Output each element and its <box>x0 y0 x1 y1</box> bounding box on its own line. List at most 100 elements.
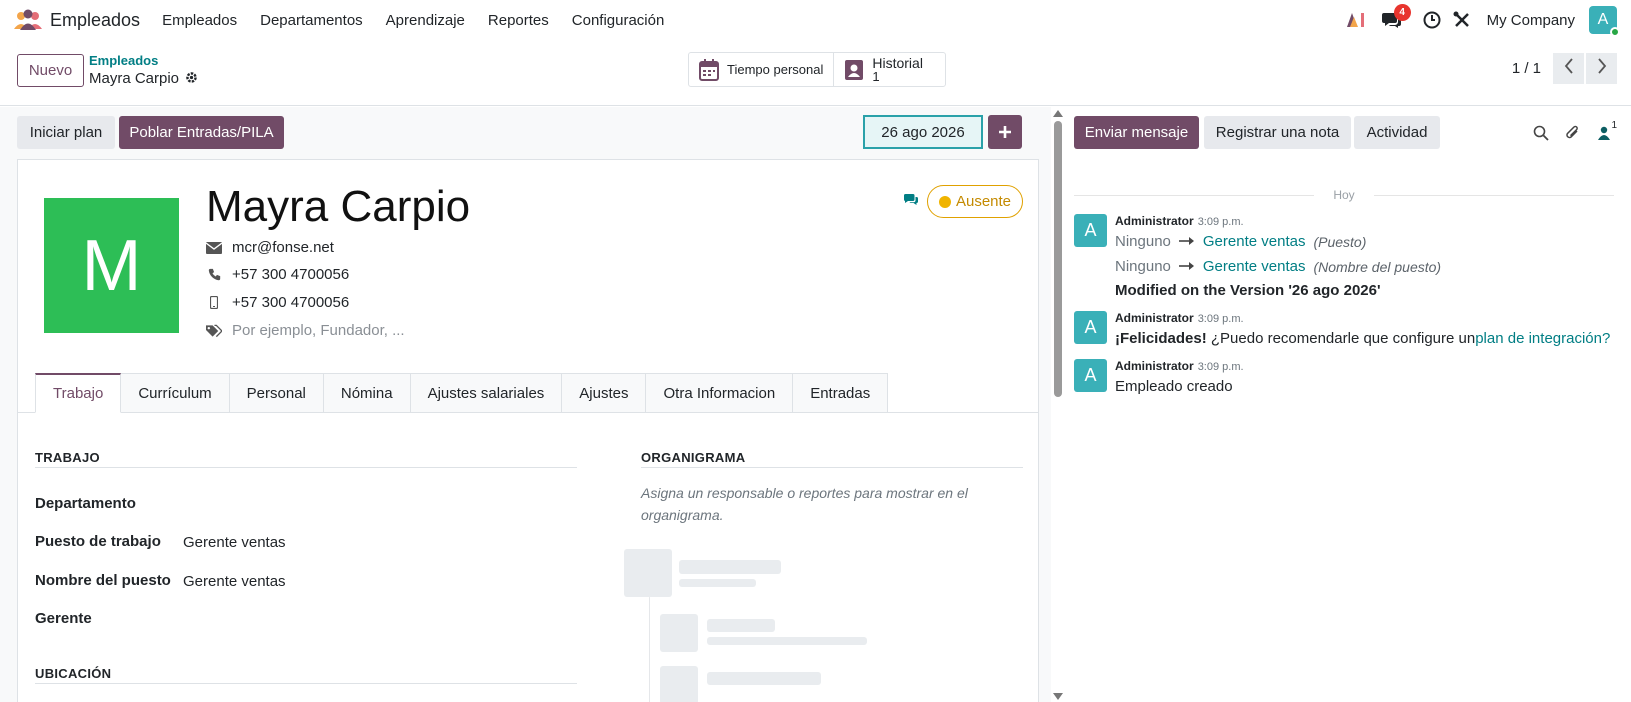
avatar-initial: A <box>1084 365 1097 385</box>
mobile-phone-field[interactable]: +57 300 4700056 <box>232 294 349 311</box>
new-value: Gerente ventas <box>1202 233 1306 250</box>
scroll-down-icon[interactable] <box>1053 693 1063 700</box>
email-field[interactable]: mcr@fonse.net <box>232 239 334 256</box>
menu-reportes[interactable]: Reportes <box>488 12 549 29</box>
tab-ajustes-salariales[interactable]: Ajustes salariales <box>410 373 563 413</box>
tags-row: Por ejemplo, Fundador, ... <box>206 322 405 339</box>
work-section-divider <box>35 467 577 468</box>
tags-icon <box>206 324 222 338</box>
employee-avatar-initial: M <box>81 225 142 306</box>
email-row: mcr@fonse.net <box>206 239 334 256</box>
followers-count: 1 <box>1611 119 1617 131</box>
chatter-panel: Enviar mensaje Registrar una nota Activi… <box>1066 107 1631 702</box>
chevron-right-icon <box>1597 58 1607 79</box>
pager: 1 / 1 <box>1512 53 1617 84</box>
new-value: Gerente ventas <box>1202 258 1306 275</box>
pager-value[interactable]: 1 / 1 <box>1512 60 1541 77</box>
mobile-icon <box>206 296 222 309</box>
presence-dot <box>938 195 951 208</box>
menu-empleados[interactable]: Empleados <box>162 12 237 29</box>
tab-entradas[interactable]: Entradas <box>793 373 889 413</box>
online-status-dot <box>1610 27 1620 37</box>
job-title-label: Nombre del puesto <box>35 572 171 589</box>
scroll-thumb[interactable] <box>1054 121 1062 397</box>
pager-next-button[interactable] <box>1586 53 1617 84</box>
message-body: Empleado creado <box>1115 378 1233 395</box>
user-avatar[interactable]: A <box>1589 6 1620 37</box>
user-initial: A <box>1597 11 1609 28</box>
message-author-avatar[interactable]: A <box>1074 214 1107 247</box>
location-section-divider <box>35 683 577 684</box>
job-position-field[interactable]: Gerente ventas <box>183 534 286 551</box>
tab-nomina[interactable]: Nómina <box>323 373 411 413</box>
time-off-label: Tiempo personal <box>727 62 824 77</box>
version-date-field[interactable]: 26 ago 2026 <box>863 115 983 149</box>
changed-field: (Nombre del puesto) <box>1313 258 1442 275</box>
date-divider-label: Hoy <box>1333 188 1355 202</box>
tags-input[interactable]: Por ejemplo, Fundador, ... <box>232 322 405 339</box>
tab-trabajo[interactable]: Trabajo <box>35 373 122 413</box>
followers-icon[interactable]: 1 <box>1597 120 1617 140</box>
author-name[interactable]: Administrator <box>1115 214 1194 228</box>
ai-icon[interactable] <box>1345 9 1367 31</box>
avatar-initial: A <box>1084 317 1097 337</box>
search-icon[interactable] <box>1533 125 1549 141</box>
tab-otra-informacion[interactable]: Otra Informacion <box>646 373 794 413</box>
tools-icon[interactable] <box>1451 9 1473 31</box>
chat-bubble-icon[interactable] <box>903 193 919 209</box>
calendar-icon <box>699 58 719 81</box>
message-author: Administrator 3:09 p.m. <box>1115 311 1244 325</box>
app-brand[interactable]: Empleados <box>14 9 140 31</box>
org-chart-divider <box>641 467 1023 468</box>
tracking-change-row: Ninguno Gerente ventas (Nombre del puest… <box>1115 258 1441 275</box>
log-note-button[interactable]: Registrar una nota <box>1204 116 1351 149</box>
time-off-smart-button[interactable]: Tiempo personal <box>689 53 833 86</box>
populate-entries-button[interactable]: Poblar Entradas/PILA <box>119 116 284 149</box>
messages-icon[interactable]: 4 <box>1381 4 1411 31</box>
clock-icon[interactable] <box>1421 9 1443 31</box>
scroll-up-icon[interactable] <box>1053 110 1063 117</box>
author-name[interactable]: Administrator <box>1115 311 1194 325</box>
chatter-tools: 1 <box>1517 116 1617 149</box>
message-author-avatar[interactable]: A <box>1074 359 1107 392</box>
tab-personal[interactable]: Personal <box>229 373 324 413</box>
message-author: Administrator 3:09 p.m. <box>1115 214 1244 228</box>
add-version-button[interactable] <box>988 115 1022 149</box>
messages-badge: 4 <box>1393 4 1411 21</box>
menu-configuracion[interactable]: Configuración <box>572 12 665 29</box>
pager-previous-button[interactable] <box>1553 53 1584 84</box>
envelope-icon <box>206 241 222 254</box>
author-name[interactable]: Administrator <box>1115 359 1194 373</box>
history-smart-button[interactable]: Historial 1 <box>833 53 945 86</box>
breadcrumb-parent[interactable]: Empleados <box>89 53 198 68</box>
location-section-title: UBICACIÓN <box>35 666 112 681</box>
tab-ajustes[interactable]: Ajustes <box>562 373 647 413</box>
arrow-right-icon <box>1178 233 1195 250</box>
activity-button[interactable]: Actividad <box>1354 116 1440 149</box>
paperclip-icon[interactable] <box>1565 124 1581 142</box>
menu-aprendizaje[interactable]: Aprendizaje <box>386 12 465 29</box>
employee-name[interactable]: Mayra Carpio <box>206 182 470 232</box>
phone-icon <box>206 268 222 281</box>
send-message-button[interactable]: Enviar mensaje <box>1074 116 1199 149</box>
company-switcher[interactable]: My Company <box>1487 12 1575 29</box>
gear-icon[interactable] <box>185 71 198 87</box>
new-button[interactable]: Nuevo <box>17 54 84 87</box>
work-phone-field[interactable]: +57 300 4700056 <box>232 266 349 283</box>
form-scrollbar[interactable] <box>1051 107 1065 702</box>
work-phone-row: +57 300 4700056 <box>206 266 349 283</box>
message-time: 3:09 p.m. <box>1197 313 1244 325</box>
job-title-field[interactable]: Gerente ventas <box>183 573 286 590</box>
menu-departamentos[interactable]: Departamentos <box>260 12 363 29</box>
date-divider: Hoy <box>1074 188 1614 202</box>
start-plan-button[interactable]: Iniciar plan <box>17 116 115 149</box>
tab-curriculum[interactable]: Currículum <box>121 373 230 413</box>
smart-buttons: Tiempo personal Historial 1 <box>688 52 946 87</box>
top-navbar: Empleados Empleados Departamentos Aprend… <box>0 0 1631 40</box>
org-chart-help: Asigna un responsable o reportes para mo… <box>641 485 968 523</box>
message-author-avatar[interactable]: A <box>1074 311 1107 344</box>
employees-app-icon <box>14 9 42 31</box>
employee-avatar[interactable]: M <box>44 198 179 333</box>
onboarding-plan-link[interactable]: plan de integración? <box>1475 330 1610 347</box>
message-bold: ¡Felicidades! <box>1115 330 1207 347</box>
